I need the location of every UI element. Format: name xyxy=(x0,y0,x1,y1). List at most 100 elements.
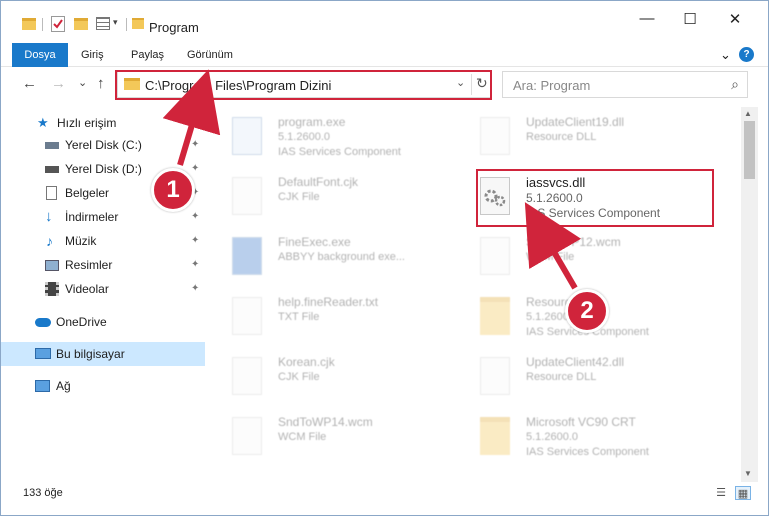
list-item[interactable]: UpdateClient42.dll Resource DLL xyxy=(458,349,708,409)
search-icon[interactable]: ⌕ xyxy=(731,76,739,93)
tab-view[interactable]: Görünüm xyxy=(187,43,233,67)
step1-badge: 1 xyxy=(151,168,195,212)
details-view-icon[interactable]: ☰ xyxy=(713,486,729,500)
file-detail: Resource DLL xyxy=(526,131,597,143)
pin-icon: ✦ xyxy=(191,259,200,270)
sidebar-item-label: Yerel Disk (D:) xyxy=(65,162,142,176)
documents-icon xyxy=(46,186,57,200)
sidebar-item-label: İndirmeler xyxy=(65,210,119,224)
sidebar-item-label: Videolar xyxy=(65,282,109,296)
sidebar-item-this-pc[interactable]: Bu bilgisayar xyxy=(0,342,205,366)
pin-icon: ✦ xyxy=(191,163,200,174)
sidebar-item-network[interactable]: Ağ xyxy=(0,374,205,398)
search-box[interactable]: Ara: Program ⌕ xyxy=(502,71,748,98)
file-detail: IAS Services Component xyxy=(526,446,649,458)
list-item[interactable]: Microsoft VC90 CRT 5.1.2600.0 IAS Servic… xyxy=(458,409,708,467)
music-note-icon: ♪ xyxy=(46,233,53,249)
sidebar-item-label: Müzik xyxy=(65,234,97,248)
pictures-icon xyxy=(45,260,59,271)
file-name: help.fineReader.txt xyxy=(278,295,379,309)
sidebar-item-music[interactable]: ♪ Müzik ✦ xyxy=(0,229,205,253)
help-icon[interactable]: ? xyxy=(739,47,754,62)
download-arrow-icon: ↓ xyxy=(45,208,53,225)
drive-icon xyxy=(45,142,59,149)
file-highlight xyxy=(476,169,714,227)
dll-file-icon xyxy=(480,117,510,155)
qa-separator xyxy=(42,18,43,31)
file-detail: 5.1.2600.0 xyxy=(278,131,330,143)
tab-share[interactable]: Paylaş xyxy=(131,43,164,67)
document-file-icon xyxy=(232,357,262,395)
new-folder-icon[interactable] xyxy=(74,18,88,30)
pin-icon: ✦ xyxy=(191,211,200,222)
file-name: SndToWP14.wcm xyxy=(278,415,373,429)
view-options-icon[interactable] xyxy=(96,17,110,30)
scroll-thumb[interactable] xyxy=(744,121,755,179)
ribbon-expand-icon[interactable]: ⌄ xyxy=(720,43,731,67)
sidebar-item-label: Yerel Disk (C:) xyxy=(65,138,142,152)
list-item[interactable]: SndToWP12.wcm WCM File xyxy=(458,229,708,289)
scroll-down-icon[interactable]: ▼ xyxy=(744,469,752,478)
sidebar-item-quick-access[interactable]: ★ Hızlı erişim xyxy=(0,111,205,135)
file-detail: WCM File xyxy=(526,251,575,263)
sidebar-item-label: OneDrive xyxy=(56,315,107,329)
sidebar-item-label: Ağ xyxy=(56,379,71,393)
file-detail: Resource DLL xyxy=(526,371,597,383)
list-item[interactable]: SndToWP14.wcm WCM File xyxy=(210,409,460,467)
file-name: Microsoft VC90 CRT xyxy=(526,415,636,429)
sidebar-item-videos[interactable]: Videolar ✦ xyxy=(0,277,205,301)
recent-locations-button[interactable]: ⌄ xyxy=(78,76,87,89)
sidebar-item-label: Resimler xyxy=(65,258,113,272)
quick-access-folder-icon[interactable] xyxy=(22,18,36,30)
qa-separator-2 xyxy=(126,18,127,31)
maximize-button[interactable]: ☐ xyxy=(675,10,705,34)
sidebar-item-onedrive[interactable]: OneDrive xyxy=(0,310,205,334)
file-name: UpdateClient42.dll xyxy=(526,355,625,369)
document-file-icon xyxy=(232,417,262,455)
help-glyph: ? xyxy=(743,49,750,60)
list-item[interactable]: program.exe 5.1.2600.0 IAS Services Comp… xyxy=(210,109,460,169)
pin-icon: ✦ xyxy=(191,139,200,150)
back-button[interactable]: ← xyxy=(22,75,37,92)
item-count: 133 öğe xyxy=(23,487,63,499)
address-highlight xyxy=(115,70,492,100)
forward-button[interactable]: → xyxy=(51,75,66,92)
sidebar-item-label: Bu bilgisayar xyxy=(56,347,125,361)
exe-file-icon xyxy=(232,117,262,155)
document-file-icon xyxy=(232,297,262,335)
search-placeholder: Ara: Program xyxy=(513,78,591,93)
minimize-button[interactable]: — xyxy=(632,10,662,34)
vertical-scrollbar[interactable]: ▲ ▼ xyxy=(741,107,758,482)
sidebar-item-pictures[interactable]: Resimler ✦ xyxy=(0,253,205,277)
customize-dropdown-icon[interactable]: ▾ xyxy=(113,17,118,35)
star-icon: ★ xyxy=(37,115,49,130)
list-item[interactable]: UpdateClient19.dll Resource DLL xyxy=(458,109,708,169)
file-name: FineExec.exe xyxy=(278,235,351,249)
up-button[interactable]: ↑ xyxy=(97,75,105,92)
properties-check-icon[interactable] xyxy=(51,16,65,32)
file-detail: TXT File xyxy=(278,311,320,323)
sidebar-item-label: Hızlı erişim xyxy=(57,116,117,130)
large-icons-view-icon[interactable]: ▦ xyxy=(735,486,751,500)
tab-home[interactable]: Giriş xyxy=(81,43,104,67)
file-detail: ABBYY background exe... xyxy=(278,251,405,263)
close-button[interactable]: ✕ xyxy=(720,10,750,34)
list-item[interactable]: DefaultFont.cjk CJK File xyxy=(210,169,460,229)
file-name: DefaultFont.cjk xyxy=(278,175,359,189)
folder-icon xyxy=(480,297,510,335)
sidebar-item-disk-c[interactable]: Yerel Disk (C:) ✦ xyxy=(0,133,205,157)
network-icon xyxy=(35,380,50,392)
scroll-up-icon[interactable]: ▲ xyxy=(744,109,752,118)
drive-icon xyxy=(45,166,59,173)
list-item[interactable]: Korean.cjk CJK File xyxy=(210,349,460,409)
file-detail: WCM File xyxy=(278,431,327,443)
step2-badge: 2 xyxy=(565,289,609,333)
file-detail: CJK File xyxy=(278,191,320,203)
file-name: SndToWP12.wcm xyxy=(526,235,621,249)
folder-icon xyxy=(480,417,510,455)
title-folder-icon xyxy=(132,18,144,29)
file-detail: 5.1.2600.0 xyxy=(526,431,578,443)
list-item[interactable]: help.fineReader.txt TXT File xyxy=(210,289,460,349)
list-item[interactable]: FineExec.exe ABBYY background exe... xyxy=(210,229,460,289)
tab-file[interactable]: Dosya xyxy=(12,43,68,67)
